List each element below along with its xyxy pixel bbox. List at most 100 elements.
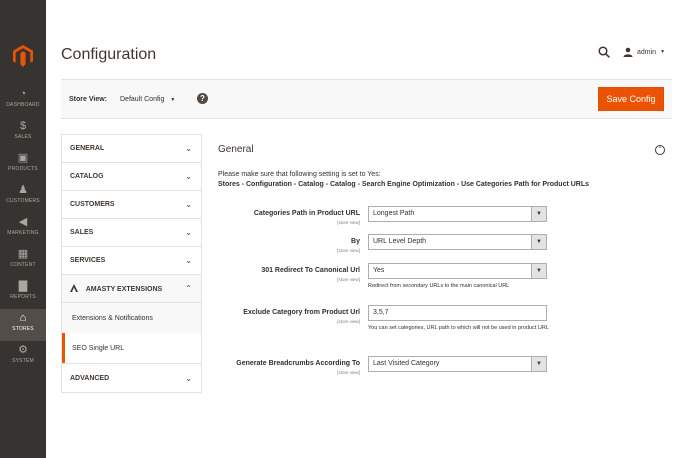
megaphone-icon: ◀ xyxy=(18,216,28,228)
section-note: Please make sure that following setting … xyxy=(218,171,381,178)
nav-system[interactable]: ⚙ SYSTEM xyxy=(0,341,46,373)
select-value: Longest Path xyxy=(373,210,415,217)
field-label: Generate Breadcrumbs According To xyxy=(236,360,360,367)
select-value: Yes xyxy=(373,267,385,274)
tab-services[interactable]: SERVICES ⌄ xyxy=(62,247,201,275)
page-title: Configuration xyxy=(61,46,157,63)
nav-products[interactable]: ▣ PRODUCTS xyxy=(0,149,46,181)
dashboard-icon: ◔ xyxy=(19,88,27,100)
redirect-canonical-select[interactable]: Yes ▼ xyxy=(368,263,547,279)
save-config-button[interactable]: Save Config xyxy=(598,87,664,111)
tab-label: SALES xyxy=(70,229,94,236)
caret-down-icon: ▼ xyxy=(531,357,546,371)
nav-label: CONTENT xyxy=(10,262,36,268)
magento-logo-icon[interactable] xyxy=(13,45,33,67)
nav-label: DASHBOARD xyxy=(6,102,40,108)
tab-advanced[interactable]: ADVANCED ⌄ xyxy=(62,364,201,392)
nav-label: REPORTS xyxy=(10,294,36,300)
chevron-down-icon: ⌄ xyxy=(185,228,192,237)
nav-reports[interactable]: ▇ REPORTS xyxy=(0,277,46,309)
tab-label: GENERAL xyxy=(70,145,105,152)
field-scope: [store view] xyxy=(337,277,360,282)
admin-sidebar: ◔ DASHBOARD $ SALES ▣ PRODUCTS ♟ CUSTOME… xyxy=(0,0,46,458)
field-scope: [store view] xyxy=(337,220,360,225)
input-value: 3,5,7 xyxy=(373,309,389,316)
nav-label: PRODUCTS xyxy=(8,166,38,172)
store-view-switcher[interactable]: Default Config ▼ xyxy=(120,96,175,103)
tab-label: CUSTOMERS xyxy=(70,201,115,208)
field-label: Exclude Category from Product Url xyxy=(243,309,360,316)
subtab-label: SEO Single URL xyxy=(72,344,125,352)
help-icon[interactable]: ? xyxy=(197,93,208,104)
nav-label: STORES xyxy=(12,326,34,332)
tab-label: AMASTY EXTENSIONS xyxy=(85,286,163,293)
by-select[interactable]: URL Level Depth ▼ xyxy=(368,234,547,250)
exclude-category-input[interactable]: 3,5,7 xyxy=(368,305,547,321)
categories-path-select[interactable]: Longest Path ▼ xyxy=(368,206,547,222)
field-scope: [store view] xyxy=(337,319,360,324)
select-value: Last Visited Category xyxy=(373,360,440,367)
nav-content[interactable]: ▦ CONTENT xyxy=(0,245,46,277)
search-icon[interactable] xyxy=(598,46,610,58)
tab-sales[interactable]: SALES ⌄ xyxy=(62,219,201,247)
subtab-label: Extensions & Notifications xyxy=(72,314,153,322)
user-menu[interactable]: admin ▼ xyxy=(623,47,665,57)
tab-label: CATALOG xyxy=(70,173,104,180)
caret-down-icon: ▼ xyxy=(660,49,666,55)
nav-dashboard[interactable]: ◔ DASHBOARD xyxy=(0,85,46,117)
store-view-bar: Store View: Default Config ▼ ? Save Conf… xyxy=(61,79,672,119)
tab-catalog[interactable]: CATALOG ⌄ xyxy=(62,163,201,191)
caret-down-icon: ▼ xyxy=(531,207,546,221)
chevron-down-icon: ⌄ xyxy=(185,172,192,181)
amasty-logo-icon xyxy=(70,284,78,292)
chevron-down-icon: ⌄ xyxy=(185,373,192,383)
chevron-up-icon: ⌃ xyxy=(185,284,192,293)
tab-amasty-extensions[interactable]: AMASTY EXTENSIONS ⌃ xyxy=(62,275,201,303)
tab-label: SERVICES xyxy=(70,257,106,264)
person-icon: ♟ xyxy=(18,184,28,196)
config-tabs: GENERAL ⌄ CATALOG ⌄ CUSTOMERS ⌄ SALES ⌄ … xyxy=(61,134,202,393)
breadcrumbs-select[interactable]: Last Visited Category ▼ xyxy=(368,356,547,372)
content-icon: ▦ xyxy=(17,248,29,260)
subtab-extensions-notifications[interactable]: Extensions & Notifications xyxy=(62,303,201,333)
store-view-label: Store View: xyxy=(69,96,107,103)
nav-marketing[interactable]: ◀ MARKETING xyxy=(0,213,46,245)
bar-chart-icon: ▇ xyxy=(18,280,28,292)
tab-label: ADVANCED xyxy=(70,374,110,382)
caret-down-icon: ▼ xyxy=(531,264,546,278)
amasty-subtabs: Extensions & Notifications SEO Single UR… xyxy=(62,303,201,364)
tab-customers[interactable]: CUSTOMERS ⌄ xyxy=(62,191,201,219)
tab-general[interactable]: GENERAL ⌄ xyxy=(62,135,201,163)
dollar-icon: $ xyxy=(19,120,27,132)
store-icon: ⌂ xyxy=(19,312,27,324)
select-value: URL Level Depth xyxy=(373,238,427,245)
user-name: admin xyxy=(637,48,657,56)
store-view-value: Default Config xyxy=(120,96,165,103)
nav-customers[interactable]: ♟ CUSTOMERS xyxy=(0,181,46,213)
field-comment: You can set categories, URL path to whic… xyxy=(368,325,549,331)
caret-down-icon: ▼ xyxy=(531,235,546,249)
field-label: By xyxy=(351,238,360,245)
field-comment: Redirect from secondary URLs to the main… xyxy=(368,283,510,289)
nav-label: SALES xyxy=(14,134,32,140)
gear-icon: ⚙ xyxy=(18,344,28,356)
section-title[interactable]: General xyxy=(218,144,254,155)
nav-sales[interactable]: $ SALES xyxy=(0,117,46,149)
main-area: Configuration admin ▼ Store View: Defaul… xyxy=(46,0,685,458)
collapse-icon[interactable]: ⌃ xyxy=(655,145,665,155)
cube-icon: ▣ xyxy=(17,152,29,164)
nav-label: SYSTEM xyxy=(12,358,34,364)
field-scope: [store view] xyxy=(337,370,360,375)
nav-stores[interactable]: ⌂ STORES xyxy=(0,309,46,341)
field-scope: [store view] xyxy=(337,248,360,253)
chevron-down-icon: ⌄ xyxy=(185,200,192,209)
caret-down-icon: ▼ xyxy=(170,97,176,103)
field-label: Categories Path in Product URL xyxy=(253,210,360,217)
section-note-path: Stores - Configuration - Catalog - Catal… xyxy=(218,181,590,188)
chevron-down-icon: ⌄ xyxy=(185,144,192,153)
nav-label: MARKETING xyxy=(7,230,39,236)
field-label: 301 Redirect To Canonical Url xyxy=(261,267,360,274)
subtab-seo-single-url[interactable]: SEO Single URL xyxy=(62,333,201,363)
nav-label: CUSTOMERS xyxy=(6,198,40,204)
user-icon xyxy=(623,47,633,57)
